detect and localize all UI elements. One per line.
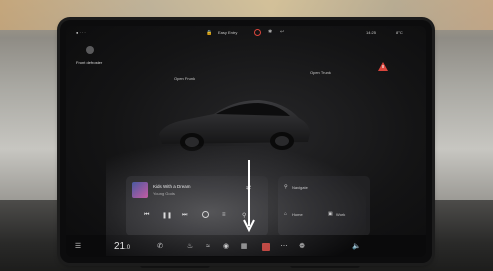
driver-temp-decimal: .0 [125,245,131,251]
defrost-icon[interactable]: ≈ [204,243,212,251]
album-art [132,182,148,198]
driver-temp-value: 21 [114,241,126,252]
home-icon: ⌂ [284,211,288,217]
alert-icon[interactable] [378,62,388,71]
apps-icon[interactable]: ▦ [240,243,248,251]
car-settings-icon[interactable]: ☰ [74,243,82,251]
clock: 14:25 [366,30,377,35]
rear-trunk-label[interactable]: Open Trunk [310,70,331,75]
volume-icon[interactable]: 🔈 [352,243,361,251]
search-icon: ⚲ [284,184,288,190]
favorite-icon[interactable] [202,211,209,218]
menu-icon[interactable]: ≡ [222,212,226,218]
status-bar: ● · · · 🔒 Easy Entry ✱ ↩ 14:25 8°C [66,26,426,40]
bottom-control-bar: ☰ 21.0 ✆ ♨ ≈ ◉ ▦ ⋯ ❁ 🔈 [66,235,426,257]
navigation-card[interactable]: ⚲ Navigate ⌂ Home ▣ Work [278,176,370,236]
down-arrow-annotation [243,160,255,233]
car-model-image [159,100,310,151]
calendar-icon[interactable] [262,243,270,251]
front-trunk-label[interactable]: Open Frunk [174,76,195,81]
phone-icon[interactable]: ✆ [156,243,164,251]
lock-icon[interactable]: 🔒 [206,30,212,36]
dashcam-icon[interactable]: ◉ [222,243,230,251]
bluetooth-icon[interactable]: ✱ [268,29,272,35]
seat-heater-icon[interactable]: ♨ [186,243,194,251]
download-icon[interactable]: ↩ [280,29,284,35]
sentry-icon[interactable] [254,29,261,36]
navigate-search[interactable]: Navigate [292,185,308,190]
next-track-icon[interactable]: ⏭ [182,212,187,219]
track-artist: Young Gods [153,191,175,196]
work-icon: ▣ [328,211,333,217]
work-shortcut[interactable]: Work [336,212,345,217]
more-icon[interactable]: ⋯ [280,243,288,251]
driver-temp[interactable]: 21.0 [114,241,130,252]
fan-icon[interactable]: ❁ [298,243,306,251]
user-icon[interactable] [86,46,94,54]
profile-chip[interactable]: Easy Entry [218,30,237,35]
pause-icon[interactable]: ❚❚ [162,212,172,219]
previous-track-icon[interactable]: ⏮ [144,212,149,219]
status-left-text: ● · · · [76,30,86,35]
track-title: Kids With a Dream [153,184,191,189]
home-shortcut[interactable]: Home [292,212,303,217]
profile-label[interactable]: Front defroster [76,60,102,65]
outside-temp: 8°C [396,30,403,35]
